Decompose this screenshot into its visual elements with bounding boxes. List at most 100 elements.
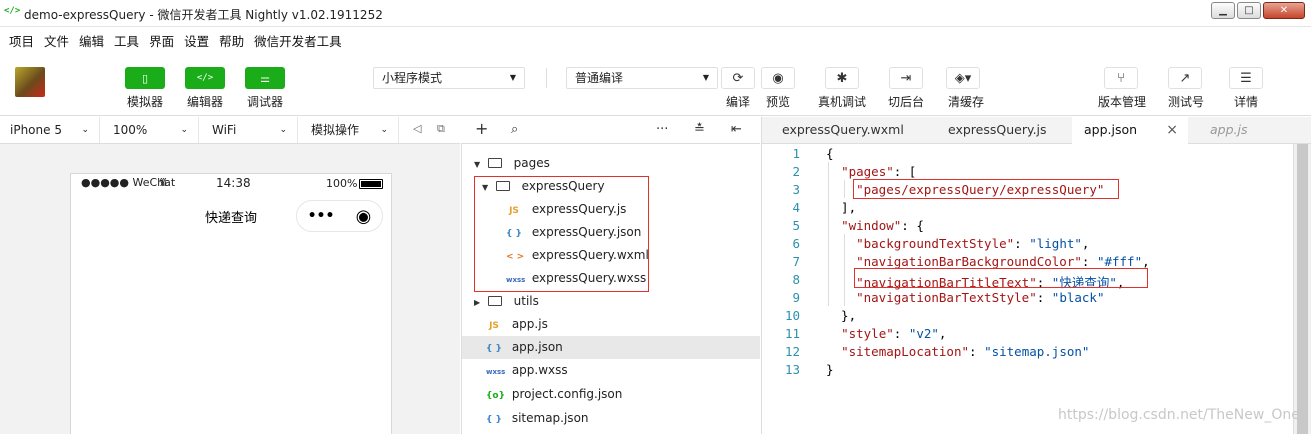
menu-help[interactable]: 帮助 [219, 31, 244, 50]
editor-scrollbar[interactable] [1293, 144, 1311, 434]
watermark: https://blog.csdn.net/TheNew_One [1058, 407, 1300, 423]
menu-wechat-devtools[interactable]: 微信开发者工具 [254, 31, 342, 50]
details-label: 详情 [1234, 95, 1259, 109]
version-manage-button[interactable]: ⑂ [1104, 67, 1138, 89]
tree-item-label: pages [513, 156, 550, 170]
tree-item-label: sitemap.json [511, 411, 589, 425]
preview-label: 预览 [766, 95, 791, 109]
test-account-button[interactable]: ↗ [1168, 67, 1202, 89]
battery-icon [359, 179, 383, 189]
main-toolbar: ▯ 模拟器 </> 编辑器 ⚌ 调试器 小程序模式 ▼ 普通编译 ▼ ⟳ 编译 … [0, 54, 1311, 116]
tab-app-json[interactable]: app.json × [1072, 117, 1188, 144]
tree-folder-utils[interactable]: ▶ utils [474, 290, 539, 313]
simulator-area: ●●●●● WeChat ᯾ 14:38 100% 快递查询 ••• ◉ [0, 144, 460, 434]
chevron-down-icon: ⌄ [380, 125, 388, 135]
code-line: "navigationBarBackgroundColor": "#fff", [856, 254, 1150, 269]
menu-tools[interactable]: 工具 [114, 31, 139, 50]
debugger-icon: ⚌ [260, 71, 270, 85]
menu-interface[interactable]: 界面 [149, 31, 174, 50]
tree-file-app-json[interactable]: { } app.json [462, 336, 760, 359]
tab-label: app.js [1210, 122, 1248, 137]
zoom-select-value: 100% [113, 123, 148, 137]
tab-expressquery-wxml[interactable]: expressQuery.wxml [770, 117, 916, 144]
compile-select[interactable]: 普通编译 ▼ [566, 67, 718, 89]
battery-text: 100% [326, 177, 358, 190]
menu-bar: 项目 文件 编辑 工具 界面 设置 帮助 微信开发者工具 [0, 27, 1311, 54]
wxss-file-icon: wxss [486, 368, 506, 376]
device-select[interactable]: iPhone 5 ⌄ [0, 117, 100, 143]
tree-item-label: app.js [511, 317, 548, 331]
title-bar: </> demo-expressQuery - 微信开发者工具 Nightly … [0, 0, 1311, 27]
avatar[interactable] [15, 67, 45, 97]
clear-cache-button[interactable]: ◈▾ [946, 67, 980, 89]
search-icon[interactable]: ⌕ [511, 122, 518, 137]
status-time: 14:38 [216, 176, 251, 190]
bug-icon: ✱ [836, 70, 848, 86]
window-toggle-icon[interactable]: ⧉ [437, 122, 445, 136]
capsule-close-icon[interactable]: ◉ [356, 206, 372, 227]
network-select[interactable]: WiFi ⌄ [202, 117, 298, 143]
mode-select-value: 小程序模式 [382, 71, 443, 85]
chevron-down-icon: ⌄ [81, 125, 89, 135]
caret-down-icon[interactable]: ▼ [474, 153, 484, 176]
expressquery-highlight-box [474, 176, 649, 292]
tab-label: app.json [1084, 122, 1138, 137]
tab-app-js-preview[interactable]: app.js [1198, 117, 1260, 144]
close-window-button[interactable]: ✕ [1263, 2, 1305, 19]
folder-open-icon [487, 158, 502, 168]
chevron-down-icon: ⌄ [279, 125, 287, 135]
tree-file-sitemap-json[interactable]: { } sitemap.json [486, 407, 589, 430]
tab-expressquery-js[interactable]: expressQuery.js [936, 117, 1059, 144]
code-editor[interactable]: 1{2 "pages": [3 "pages/expressQuery/expr… [761, 144, 1293, 434]
toolbar-divider [546, 68, 547, 88]
add-icon[interactable]: + [475, 119, 488, 138]
preview-button[interactable]: ◉ [761, 67, 795, 89]
menu-project[interactable]: 项目 [9, 31, 34, 50]
minimize-button[interactable]: ▁ [1211, 2, 1235, 19]
more-icon[interactable]: ••• [308, 208, 335, 224]
line-number: 5 [792, 218, 800, 233]
close-icon[interactable]: × [1166, 117, 1178, 143]
background-button[interactable]: ⇥ [889, 67, 923, 89]
details-button[interactable]: ☰ [1229, 67, 1263, 89]
tree-file-project-config-json[interactable]: {o} project.config.json [486, 383, 622, 406]
tree-item-label: app.json [511, 340, 563, 354]
version-manage-label: 版本管理 [1098, 95, 1147, 109]
tree-folder-pages[interactable]: ▼ pages [474, 152, 550, 175]
code-line: "window": { [841, 218, 924, 233]
line-number: 3 [792, 182, 800, 197]
collapse-all-icon[interactable]: ≛ [694, 122, 705, 137]
json-file-icon: { } [486, 344, 502, 354]
operation-select[interactable]: 模拟操作 ⌄ [301, 117, 399, 143]
tree-file-app-js[interactable]: JS app.js [486, 313, 548, 336]
scrollbar-thumb[interactable] [1297, 144, 1308, 434]
mode-select[interactable]: 小程序模式 ▼ [373, 67, 525, 89]
refresh-icon: ⟳ [732, 70, 744, 86]
external-link-icon: ↗ [1179, 70, 1191, 86]
code-line: ], [826, 200, 857, 215]
zoom-select[interactable]: 100% ⌄ [103, 117, 199, 143]
line-number: 1 [792, 146, 800, 161]
tab-label: expressQuery.js [948, 122, 1047, 137]
line-number: 2 [792, 164, 800, 179]
volume-icon[interactable]: ◁ [413, 122, 421, 135]
compile-button[interactable]: ⟳ [721, 67, 755, 89]
capsule-menu: ••• ◉ [296, 200, 383, 232]
caret-right-icon[interactable]: ▶ [474, 291, 484, 314]
debugger-toggle-button[interactable]: ⚌ [245, 67, 285, 89]
real-debug-button[interactable]: ✱ [825, 67, 859, 89]
code-icon: </> [196, 73, 214, 83]
editor-toggle-button[interactable]: </> [185, 67, 225, 89]
tree-file-app-wxss[interactable]: wxss app.wxss [486, 359, 568, 382]
menu-settings[interactable]: 设置 [184, 31, 209, 50]
code-line: "backgroundTextStyle": "light", [856, 236, 1090, 251]
split-panel-icon[interactable]: ⇤ [731, 122, 742, 137]
maximize-button[interactable]: □ [1237, 2, 1261, 19]
menu-file[interactable]: 文件 [44, 31, 69, 50]
more-icon[interactable]: ··· [656, 122, 668, 137]
menu-edit[interactable]: 编辑 [79, 31, 104, 50]
simulator-toggle-button[interactable]: ▯ [125, 67, 165, 89]
device-select-value: iPhone 5 [10, 123, 62, 137]
devtools-window: </> demo-expressQuery - 微信开发者工具 Nightly … [0, 0, 1311, 434]
code-line: "sitemapLocation": "sitemap.json" [841, 344, 1090, 359]
